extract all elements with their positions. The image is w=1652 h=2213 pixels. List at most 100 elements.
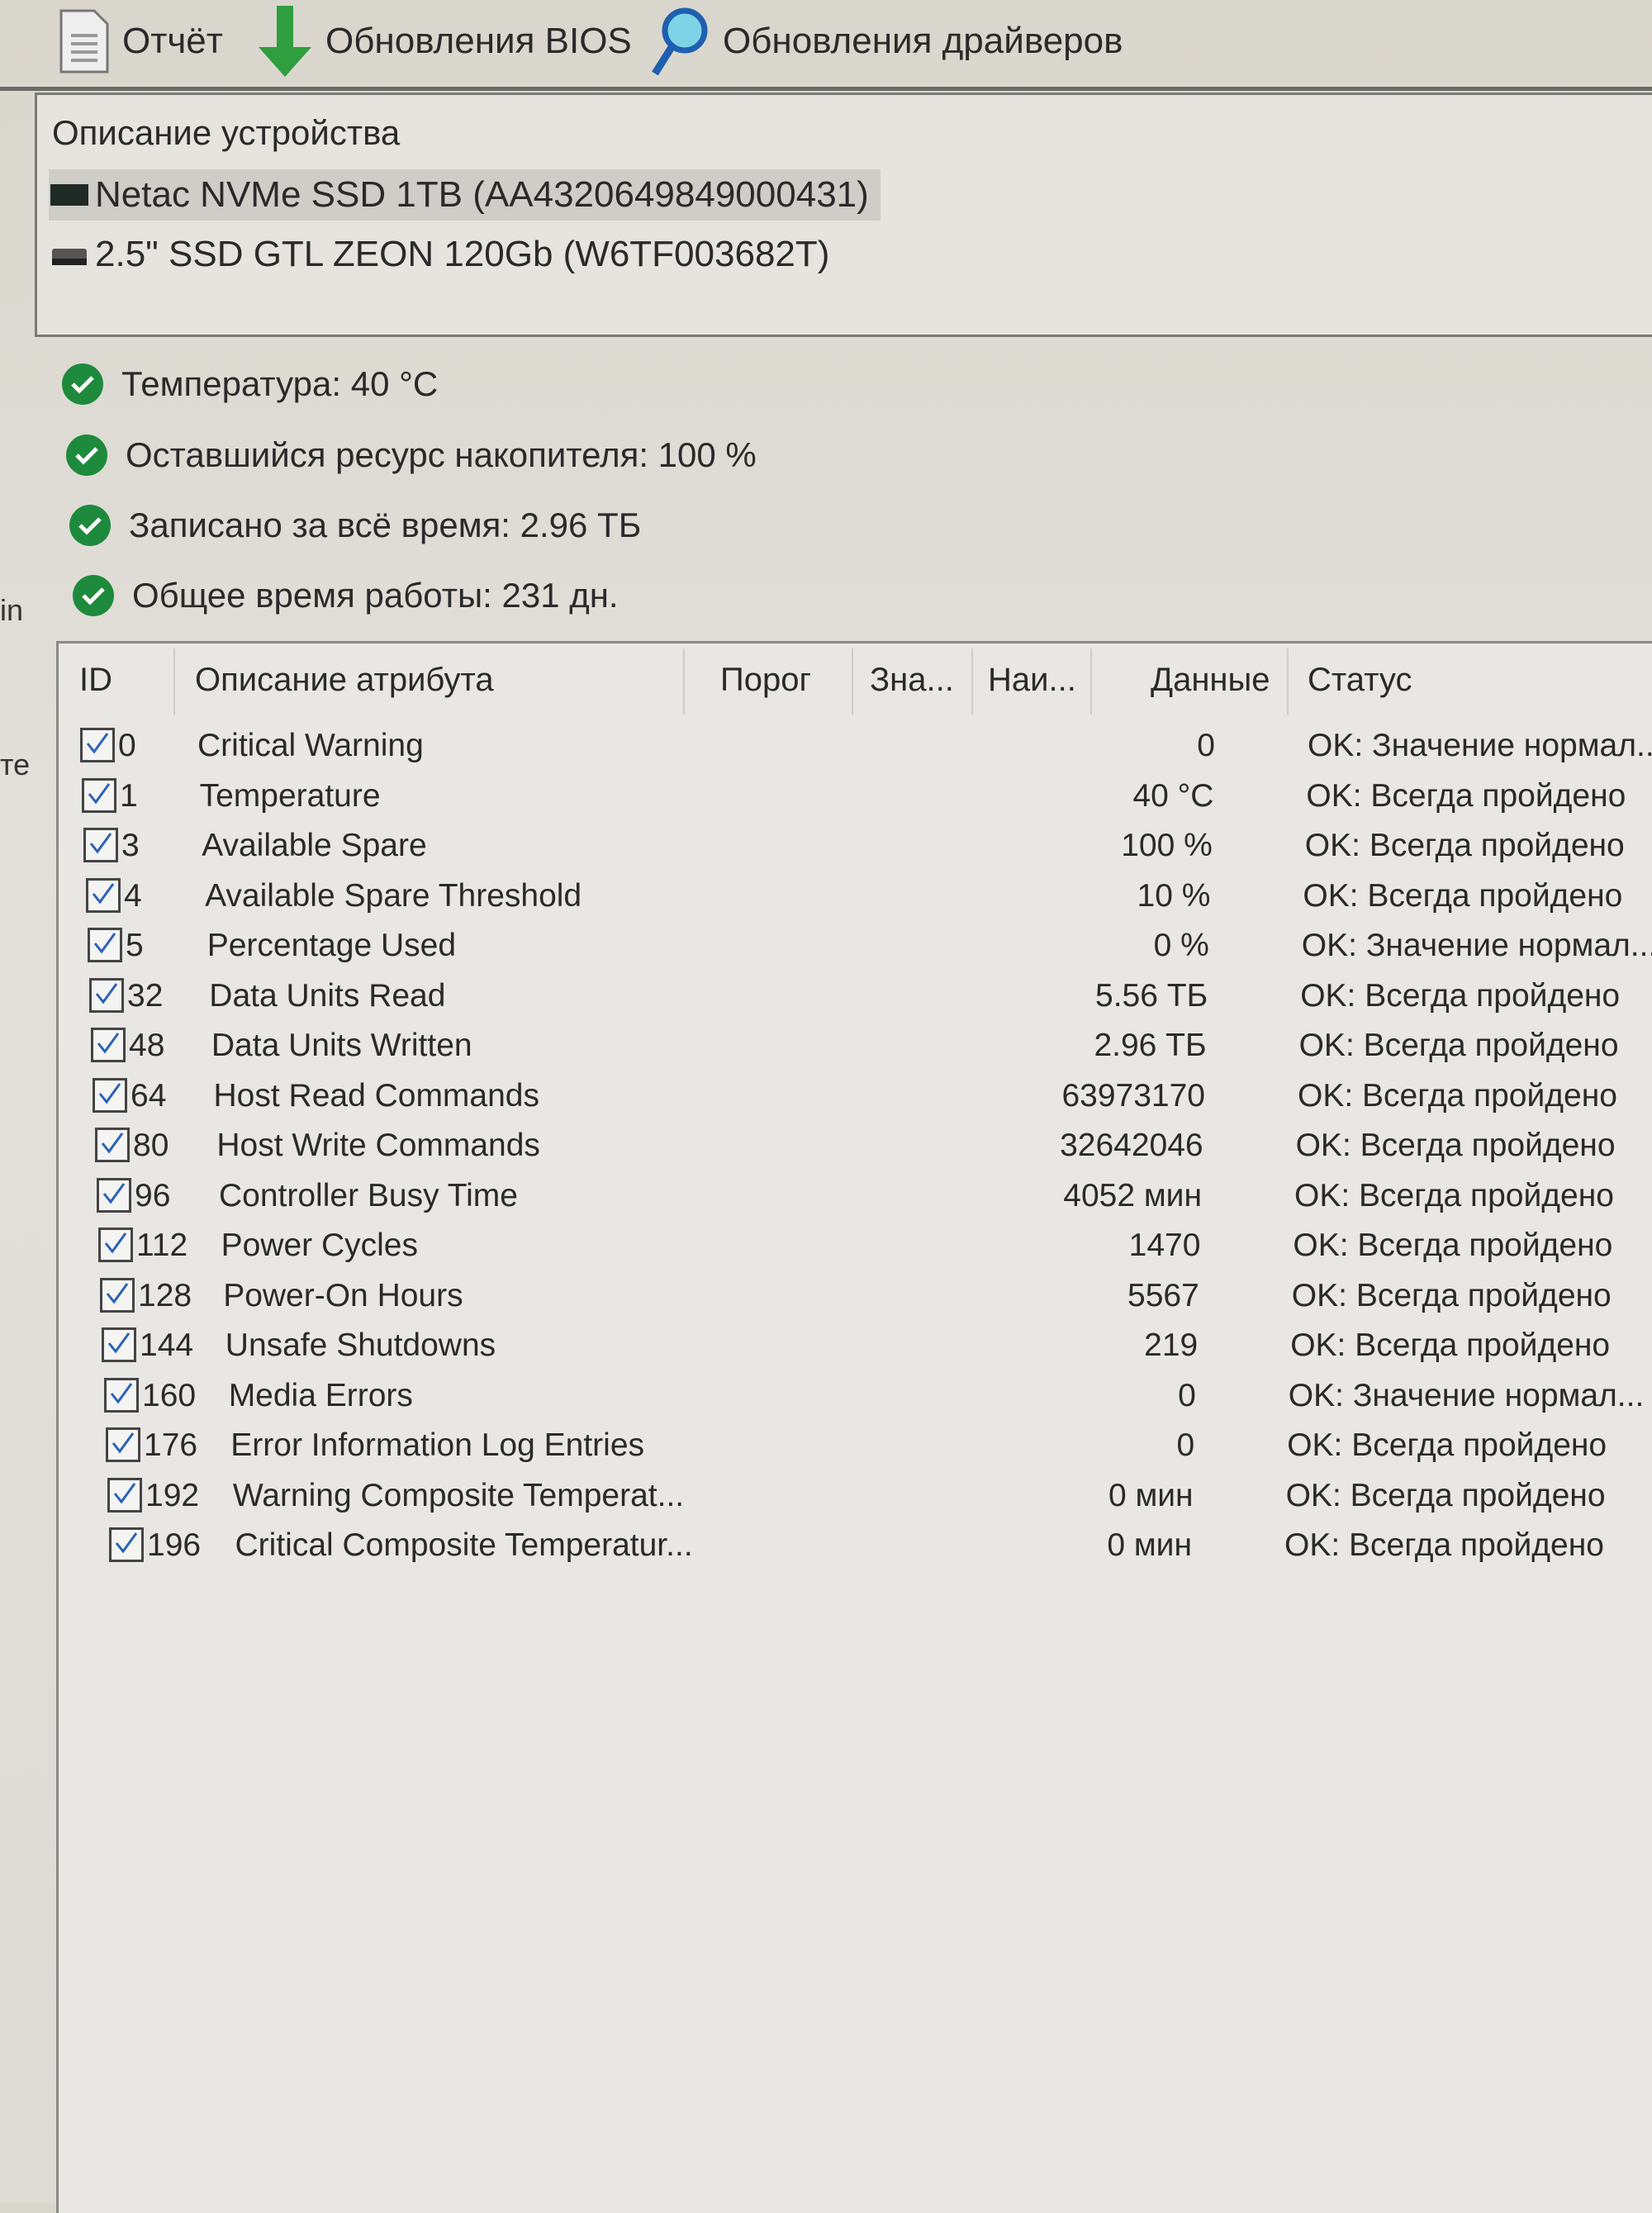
row-checkbox[interactable] <box>97 1177 131 1213</box>
row-checkbox[interactable] <box>86 877 121 913</box>
smart-attribute-table: ID Описание атрибута Порог Зна... Наи...… <box>56 641 1652 2213</box>
table-row[interactable]: 144 Unsafe Shutdowns 219 OK: Всегда пройден… <box>59 1321 1652 1370</box>
device-item-gtl[interactable]: 2.5" SSD GTL ZEON 120Gb (W6TF003682T) <box>49 229 841 280</box>
row-id: 5 <box>126 928 144 963</box>
row-id: 144 <box>140 1327 194 1363</box>
header-threshold[interactable]: Порог <box>720 662 811 699</box>
row-id: 0 <box>118 728 136 763</box>
table-row[interactable]: 112 Power Cycles 1470 OK: Всегда пройдено <box>59 1221 1652 1270</box>
header-value[interactable]: Зна... <box>870 662 954 699</box>
row-checkbox[interactable] <box>100 1277 135 1313</box>
row-checkbox[interactable] <box>91 1028 126 1062</box>
row-status: OK: Всегда пройдено <box>1290 1327 1611 1363</box>
check-ok-icon <box>69 505 111 546</box>
row-checkbox[interactable] <box>102 1327 136 1362</box>
row-data: 219 <box>1144 1327 1199 1363</box>
row-data: 0 <box>1197 728 1215 763</box>
row-checkbox[interactable] <box>89 977 124 1013</box>
row-description: Media Errors <box>228 1377 413 1413</box>
row-status: OK: Всегда пройдено <box>1300 977 1621 1014</box>
row-id: 196 <box>147 1527 202 1563</box>
row-id: 128 <box>138 1277 192 1313</box>
row-data: 5567 <box>1127 1277 1199 1313</box>
row-data: 100 % <box>1121 828 1213 863</box>
bios-update-button[interactable]: Обновления BIOS <box>256 6 632 77</box>
row-data: 10 % <box>1137 877 1211 914</box>
table-row[interactable]: 160 Media Errors 0 OK: Значение нормал... <box>59 1371 1652 1421</box>
table-row[interactable]: 1 Temperature 40 °C OK: Всегда пройдено <box>59 772 1652 821</box>
row-data: 0 мин <box>1108 1477 1194 1513</box>
table-row[interactable]: 32 Data Units Read 5.56 ТБ OK: Всегда пройд… <box>59 971 1652 1021</box>
row-checkbox[interactable] <box>109 1527 144 1562</box>
header-id[interactable]: ID <box>79 662 112 699</box>
row-description: Data Units Written <box>211 1028 472 1063</box>
row-status: OK: Значение нормал... <box>1288 1377 1645 1413</box>
device-item-netac[interactable]: Netac NVMe SSD 1TB (AA4320649849000431) <box>49 169 881 221</box>
driver-update-label: Обновления драйверов <box>723 21 1123 61</box>
device-label: 2.5" SSD GTL ZEON 120Gb (W6TF003682T) <box>95 234 830 274</box>
row-checkbox[interactable] <box>88 928 122 962</box>
row-checkbox[interactable] <box>107 1477 142 1513</box>
table-row[interactable]: 96 Controller Busy Time 4052 мин OK: Всегда… <box>59 1171 1652 1221</box>
row-status: OK: Всегда пройдено <box>1287 1427 1607 1463</box>
row-data: 0 <box>1176 1427 1195 1463</box>
table-row[interactable]: 80 Host Write Commands 32642046 OK: Всегда … <box>59 1121 1652 1171</box>
row-status: OK: Всегда пройдено <box>1294 1177 1614 1213</box>
row-status: OK: Значение нормал... <box>1301 928 1652 963</box>
summary-text: Записано за всё время: 2.96 ТБ <box>129 506 642 544</box>
table-row[interactable]: 196 Critical Composite Temperatur... 0 мин… <box>59 1521 1652 1570</box>
row-id: 160 <box>142 1377 197 1413</box>
header-data[interactable]: Данные <box>1151 662 1270 699</box>
check-ok-icon <box>66 435 107 476</box>
table-row[interactable]: 64 Host Read Commands 63973170 OK: Всегда п… <box>59 1071 1652 1121</box>
row-checkbox[interactable] <box>104 1377 139 1413</box>
row-checkbox[interactable] <box>83 828 118 862</box>
summary-remaining-life: Оставшийся ресурс накопителя: 100 % <box>66 435 757 476</box>
row-description: Critical Composite Temperatur... <box>235 1527 693 1563</box>
table-row[interactable]: 176 Error Information Log Entries 0 OK: Все… <box>59 1421 1652 1470</box>
summary-written: Записано за всё время: 2.96 ТБ <box>69 505 641 546</box>
row-checkbox[interactable] <box>93 1077 127 1113</box>
row-id: 48 <box>129 1028 165 1063</box>
row-status: OK: Всегда пройдено <box>1306 777 1626 814</box>
table-row[interactable]: 48 Data Units Written 2.96 ТБ OK: Всегда пр… <box>59 1021 1652 1071</box>
row-description: Host Write Commands <box>216 1128 540 1163</box>
row-checkbox[interactable] <box>82 777 116 813</box>
table-row[interactable]: 0 Critical Warning 0 OK: Значение нормал... <box>59 721 1652 771</box>
summary-temperature: Температура: 40 °C <box>62 363 438 405</box>
download-arrow-icon <box>259 6 311 77</box>
driver-update-button[interactable]: Обновления драйверов <box>648 7 1123 76</box>
row-id: 112 <box>136 1228 188 1263</box>
row-data: 40 °C <box>1132 777 1214 814</box>
table-row[interactable]: 5 Percentage Used 0 % OK: Значение нормал..… <box>59 921 1652 971</box>
header-description[interactable]: Описание атрибута <box>195 662 494 699</box>
row-description: Percentage Used <box>206 928 457 963</box>
row-data: 0 <box>1178 1377 1196 1413</box>
row-status: OK: Всегда пройдено <box>1293 1228 1613 1263</box>
table-row[interactable]: 128 Power-On Hours 5567 OK: Всегда пройдено <box>59 1271 1652 1321</box>
table-row[interactable]: 3 Available Spare 100 % OK: Всегда пройдено <box>59 821 1652 871</box>
header-worst[interactable]: Наи... <box>988 662 1076 699</box>
device-panel: Описание устройства Netac NVMe SSD 1TB (… <box>35 93 1652 337</box>
device-panel-title: Описание устройства <box>52 113 401 152</box>
row-description: Error Information Log Entries <box>230 1427 645 1463</box>
report-button[interactable]: Отчёт <box>58 8 223 74</box>
row-checkbox[interactable] <box>106 1427 140 1462</box>
header-status[interactable]: Статус <box>1308 662 1412 699</box>
toolbar: Отчёт Обновления BIOS Обновления драйвер… <box>0 0 1652 91</box>
bios-update-label: Обновления BIOS <box>325 21 632 61</box>
row-checkbox[interactable] <box>95 1128 130 1162</box>
row-checkbox[interactable] <box>98 1228 133 1262</box>
row-description: Unsafe Shutdowns <box>225 1327 496 1363</box>
row-checkbox[interactable] <box>80 728 115 762</box>
side-fragment: те <box>0 748 31 781</box>
table-row[interactable]: 192 Warning Composite Temperat... 0 мин OK:… <box>59 1471 1652 1521</box>
row-data: 0 мин <box>1107 1527 1192 1563</box>
row-data: 1470 <box>1128 1228 1201 1263</box>
row-data: 4052 мин <box>1063 1177 1202 1213</box>
row-data: 2.96 ТБ <box>1094 1028 1207 1063</box>
row-description: Host Read Commands <box>213 1077 540 1114</box>
row-id: 32 <box>127 977 164 1014</box>
summary-text: Оставшийся ресурс накопителя: 100 % <box>126 435 757 474</box>
table-row[interactable]: 4 Available Spare Threshold 10 % OK: Всегда… <box>59 871 1652 921</box>
